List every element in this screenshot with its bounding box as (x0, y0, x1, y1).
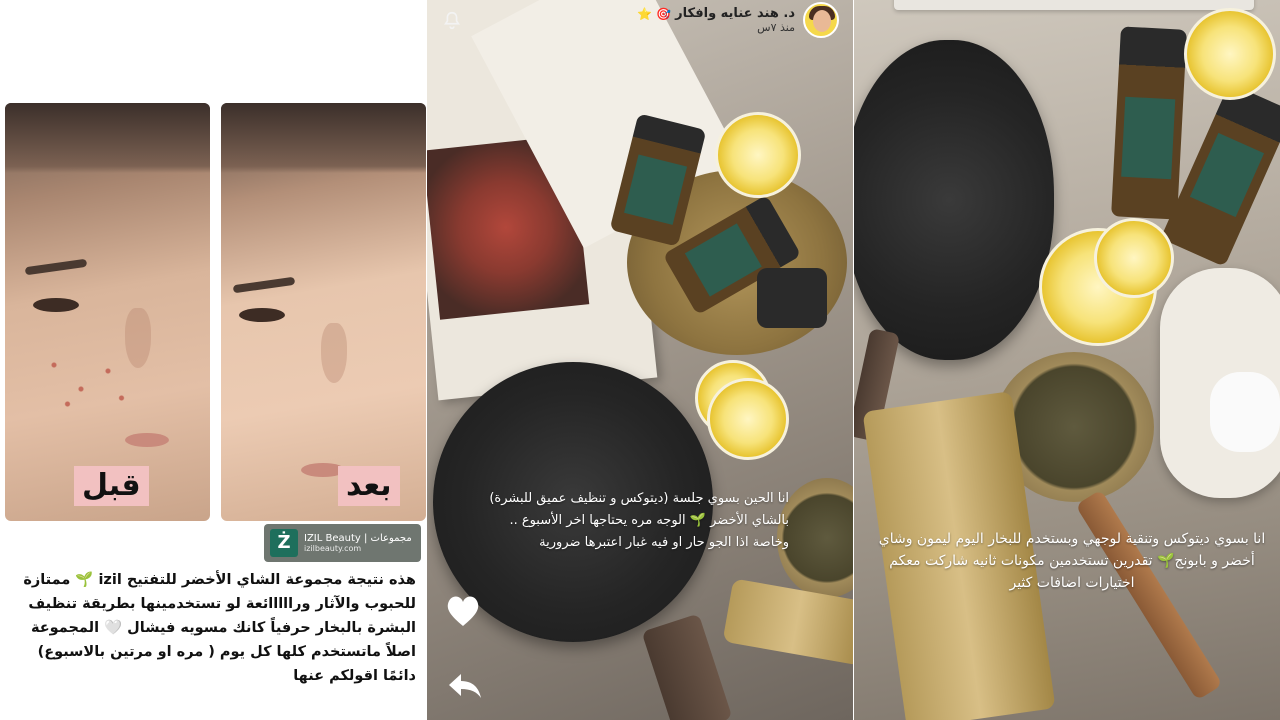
wooden-handle (1075, 489, 1223, 701)
story-caption-right: انا بسوي ديتوكس وتنقية لوجهي وبستخدم للب… (878, 531, 1266, 591)
eye (239, 308, 285, 322)
eye (33, 298, 79, 312)
green-tea-bottle (1111, 26, 1187, 220)
green-tea-jar (757, 268, 827, 328)
story-header: د. هند عنايه وافكار 🎯 ⭐ منذ ٧س (637, 2, 839, 38)
lemon-slice (715, 112, 801, 198)
lips (125, 433, 169, 447)
book-edge (894, 0, 1254, 10)
eyebrow (232, 276, 296, 294)
before-label: قبل (74, 466, 149, 506)
story-frame-right: انا بسوي ديتوكس وتنقية لوجهي وبستخدم للب… (854, 0, 1280, 720)
profile-avatar[interactable] (803, 2, 839, 38)
after-label: بعد (338, 466, 400, 506)
link-url: izilbeauty.com (304, 544, 362, 553)
lemon-slice (1184, 8, 1276, 100)
cotton-pads (1210, 372, 1280, 452)
reply-arrow-icon[interactable] (445, 670, 485, 700)
izil-logo-icon: Ż (270, 529, 298, 557)
link-text: IZIL Beauty | مجموعات izilbeauty.com (304, 533, 412, 553)
heart-icon[interactable] (445, 594, 481, 628)
after-photo (221, 103, 426, 521)
bell-icon[interactable] (441, 10, 463, 32)
bottle-label (1121, 96, 1176, 180)
account-name: د. هند عنايه وافكار (675, 6, 795, 21)
lemon-slice (1094, 218, 1174, 298)
hair (221, 103, 426, 173)
hair (5, 103, 210, 173)
before-photo (5, 103, 210, 521)
header-text: د. هند عنايه وافكار 🎯 ⭐ منذ ٧س (637, 6, 795, 34)
bottle-label (1189, 132, 1265, 218)
cast-iron-pan (854, 40, 1054, 360)
lemon-slice (707, 378, 789, 460)
story-caption-left: هذه نتيجة مجموعة الشاي الأخضر للتفتيح iz… (23, 572, 416, 684)
story-caption-middle: انا الحين بسوي جلسة (ديتوكس و تنظيف عميق… (489, 491, 789, 550)
link-title: IZIL Beauty | مجموعات (304, 533, 412, 544)
link-sticker[interactable]: Ż IZIL Beauty | مجموعات izilbeauty.com (264, 524, 421, 562)
eyebrow (24, 258, 88, 276)
pan-handle (641, 613, 733, 720)
bottle-label (624, 154, 688, 225)
avatar-face (813, 10, 831, 32)
acne-spots (45, 353, 135, 413)
nose (321, 323, 347, 383)
posted-time: منذ ٧س (757, 21, 795, 34)
account-name-row[interactable]: د. هند عنايه وافكار 🎯 ⭐ (637, 6, 795, 21)
name-emojis: 🎯 ⭐ (637, 6, 672, 21)
story-frame-middle: د. هند عنايه وافكار 🎯 ⭐ منذ ٧س انا الحين… (427, 0, 853, 720)
story-frame-left: قبل بعد Ż IZIL Beauty | مجموعات izilbeau… (0, 0, 426, 720)
